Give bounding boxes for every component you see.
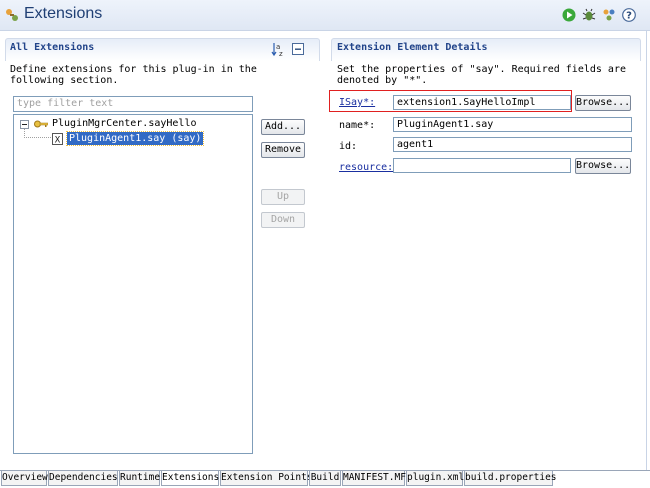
help-icon[interactable]: ? [622, 8, 636, 22]
name-field[interactable]: PluginAgent1.say [393, 117, 632, 132]
name-label: name*: [339, 120, 376, 131]
filter-placeholder: type filter text [17, 98, 114, 109]
tree-collapse-toggle-icon[interactable] [20, 120, 29, 129]
tab-runtime[interactable]: Runtime [119, 471, 160, 486]
all-extensions-description: Define extensions for this plug-in in th… [10, 64, 257, 86]
run-icon[interactable] [562, 8, 576, 22]
extensions-tree[interactable]: PluginMgrCenter.sayHello X PluginAgent1.… [13, 114, 253, 454]
resource-field[interactable] [393, 158, 571, 173]
sort-alphabetical-icon[interactable]: a z [271, 41, 287, 57]
down-button[interactable]: Down [261, 212, 305, 228]
collapse-all-icon[interactable] [292, 43, 304, 55]
tab-build-properties[interactable]: build.properties [464, 471, 557, 486]
isay-browse-button[interactable]: Browse... [575, 95, 631, 111]
editor-header: Extensions ? [0, 0, 650, 31]
tree-child-label: PluginAgent1.say (say) [69, 133, 202, 144]
tree-connector-lines [24, 129, 52, 138]
export-wizard-icon[interactable] [602, 8, 616, 22]
tab-extensions[interactable]: Extensions [161, 471, 219, 486]
tab-plugin-xml[interactable]: plugin.xml [406, 471, 464, 486]
tree-child-item-selected[interactable]: PluginAgent1.say (say) [65, 131, 205, 146]
tab-manifest[interactable]: MANIFEST.MF [342, 471, 406, 486]
remove-button[interactable]: Remove [261, 142, 305, 158]
id-value: agent1 [397, 139, 434, 150]
element-details-description: Set the properties of "say". Required fi… [337, 64, 626, 86]
page-title: Extensions [24, 5, 103, 22]
extensions-icon [6, 9, 18, 21]
tab-overview[interactable]: Overview [1, 471, 48, 486]
element-x-icon: X [52, 133, 63, 145]
isay-label-link[interactable]: ISay*: [339, 97, 375, 108]
name-value: PluginAgent1.say [397, 119, 494, 130]
svg-text:z: z [279, 50, 283, 57]
editor-right-border [646, 30, 647, 470]
filter-input[interactable]: type filter text [13, 96, 253, 112]
tab-extension-points[interactable]: Extension Points [220, 471, 313, 486]
tab-build[interactable]: Build [309, 471, 341, 486]
isay-value: extension1.SayHelloImpl [397, 97, 536, 108]
svg-text:?: ? [626, 11, 632, 22]
id-field[interactable]: agent1 [393, 137, 632, 152]
resource-browse-button[interactable]: Browse... [575, 158, 631, 174]
isay-field[interactable]: extension1.SayHelloImpl [393, 95, 571, 110]
element-details-title: Extension Element Details [337, 42, 488, 53]
tab-dependencies[interactable]: Dependencies [48, 471, 118, 486]
tree-root-item[interactable]: PluginMgrCenter.sayHello [52, 118, 197, 129]
all-extensions-title: All Extensions [10, 42, 95, 53]
debug-icon[interactable] [582, 8, 596, 22]
svg-text:X: X [55, 136, 61, 146]
up-button[interactable]: Up [261, 189, 305, 205]
resource-label-link[interactable]: resource: [339, 162, 393, 173]
add-button[interactable]: Add... [261, 119, 305, 135]
id-label: id: [339, 141, 358, 152]
extension-point-key-icon [34, 120, 48, 128]
